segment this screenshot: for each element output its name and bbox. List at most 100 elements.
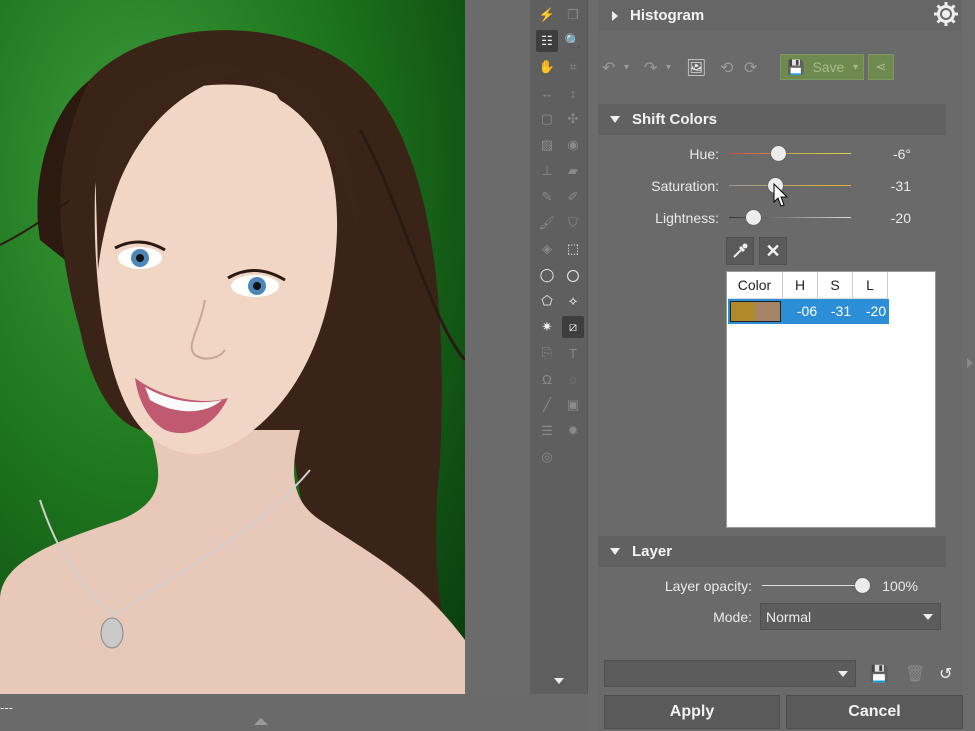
opacity-slider-track[interactable] xyxy=(762,585,862,586)
column-header-color[interactable]: Color xyxy=(727,272,783,299)
adjust-panel-icon[interactable]: ☷ xyxy=(536,30,558,52)
collapse-filmstrip-icon[interactable] xyxy=(254,718,268,725)
undo-icon[interactable]: ↶ xyxy=(602,58,615,78)
blend-mode-select[interactable]: Normal xyxy=(760,603,941,630)
table-row[interactable]: -06 -31 -20 xyxy=(728,299,889,324)
image-canvas[interactable] xyxy=(0,0,530,694)
redo-icon[interactable]: ↷ xyxy=(644,58,657,78)
cell-l: -20 xyxy=(865,303,887,319)
saturation-label: Saturation: xyxy=(651,178,719,194)
collapse-icon xyxy=(610,548,620,555)
layer-title: Layer xyxy=(632,543,673,560)
chevron-down-icon[interactable] xyxy=(554,678,564,684)
stamp-icon[interactable]: ⊥ xyxy=(536,160,558,182)
preset-select[interactable] xyxy=(604,660,856,687)
rect-select-icon[interactable]: ⬚ xyxy=(562,238,584,260)
layer-opacity-label: Layer opacity: xyxy=(664,578,752,594)
mode-label: Mode: xyxy=(713,609,752,625)
saturation-value: -31 xyxy=(890,178,911,194)
zoom-icon[interactable]: 🔍 xyxy=(562,30,584,52)
healing-brush-icon[interactable]: ✎ xyxy=(536,186,558,208)
image-icon[interactable]: 🖼 xyxy=(686,58,706,78)
hue-slider-track[interactable] xyxy=(729,153,851,154)
color-swatch xyxy=(730,301,781,322)
column-header-h[interactable]: H xyxy=(783,272,818,299)
share-button[interactable]: ⋖ xyxy=(868,54,894,80)
eraser-icon[interactable]: ▰ xyxy=(562,160,584,182)
save-button[interactable]: 💾 Save ▾ xyxy=(780,54,864,80)
shift-colors-header[interactable]: Shift Colors xyxy=(598,104,946,135)
photo xyxy=(0,0,465,694)
crop-icon[interactable]: ⌗ xyxy=(562,56,584,78)
chevron-down-icon xyxy=(923,614,933,620)
color-table[interactable]: Color H S L -06 -31 -20 xyxy=(726,271,936,528)
vignette-icon[interactable]: ◎ xyxy=(536,446,558,468)
transform-icon[interactable]: ▢ xyxy=(536,108,558,130)
chevron-down-icon: ▾ xyxy=(852,61,858,73)
watermark-icon[interactable]: ▣ xyxy=(562,394,584,416)
apply-button[interactable]: Apply xyxy=(604,695,780,729)
expand-icon xyxy=(612,10,618,21)
save-label: Save xyxy=(812,59,845,75)
tool-palette: ⚡ ❐ ☷ 🔍 ✋ ⌗ ↔ ↕ ▢ ✣ ▨ ◉ ⊥ ▰ ✎ ✐ 🖌 ⛉ ◈ ⬚ ◯ 〇 ⬠ ⟡ ✷ ⧄ ⎘ T Ω ◌ ╱ ▣ ☰ ✹ ◎ xyxy=(530,0,588,694)
layers-icon[interactable]: ❐ xyxy=(562,4,584,26)
layer-header[interactable]: Layer xyxy=(598,536,946,567)
settings-tool-icon[interactable]: ✹ xyxy=(562,420,584,442)
magic-brush-icon[interactable]: ✐ xyxy=(562,186,584,208)
red-eye-icon[interactable]: ◉ xyxy=(562,134,584,156)
delete-preset-icon[interactable]: 🗑 xyxy=(905,664,925,684)
mouse-cursor-icon xyxy=(773,183,789,207)
ellipse-select-icon[interactable]: ◯ xyxy=(536,264,558,286)
vertical-resize-icon[interactable]: ↕ xyxy=(562,82,584,104)
magnetic-lasso-icon[interactable]: ⟡ xyxy=(562,290,584,312)
opacity-value: 100% xyxy=(882,578,918,594)
histogram-header[interactable]: Histogram xyxy=(598,0,962,31)
column-header-s[interactable]: S xyxy=(818,272,853,299)
eyedropper-button[interactable] xyxy=(726,237,754,265)
paste-icon[interactable]: ⎘ xyxy=(536,342,558,364)
straighten-icon[interactable]: ☰ xyxy=(536,420,558,442)
eraser-tool-icon[interactable]: ◈ xyxy=(536,238,558,260)
text-icon[interactable]: T xyxy=(562,342,584,364)
lightness-value: -20 xyxy=(890,210,911,226)
undo-history-icon[interactable]: ▾ xyxy=(624,62,629,73)
shift-colors-title: Shift Colors xyxy=(632,111,717,128)
eyedropper-icon xyxy=(733,243,748,258)
lightness-label: Lightness: xyxy=(655,210,719,226)
column-header-l[interactable]: L xyxy=(853,272,888,299)
rotate-left-icon[interactable]: ⟲ xyxy=(720,58,733,78)
cell-h: -06 xyxy=(796,303,818,319)
app-window: --- ⚡ ❐ ☷ 🔍 ✋ ⌗ ↔ ↕ ▢ ✣ ▨ ◉ ⊥ ▰ ✎ ✐ 🖌 ⛉ ◈ ⬚ ◯ 〇 ⬠ ⟡ ✷ ⧄ ⎘ T Ω ◌ ╱ ▣ ☰ ✹ ◎ … xyxy=(0,0,975,731)
gear-icon[interactable] xyxy=(934,2,958,26)
rotate-right-icon[interactable]: ⟳ xyxy=(744,58,757,78)
blend-mode-value: Normal xyxy=(766,608,812,625)
shape-icon[interactable]: ◌ xyxy=(562,368,584,390)
reset-icon[interactable]: ↺ xyxy=(939,664,952,684)
floppy-icon: 💾 xyxy=(787,58,805,75)
status-bar xyxy=(0,694,600,731)
brush-icon[interactable]: 🖌 xyxy=(536,212,558,234)
bucket-icon[interactable]: ⛉ xyxy=(562,212,584,234)
symbol-icon[interactable]: Ω xyxy=(536,368,558,390)
lightning-icon[interactable]: ⚡ xyxy=(536,4,558,26)
cell-s: -31 xyxy=(830,303,852,319)
save-preset-icon[interactable]: 💾 xyxy=(869,664,889,684)
cancel-button[interactable]: Cancel xyxy=(786,695,963,729)
magic-wand-icon[interactable]: ✷ xyxy=(536,316,558,338)
lasso-icon[interactable]: 〇 xyxy=(562,264,584,286)
line-icon[interactable]: ╱ xyxy=(536,394,558,416)
clear-colors-button[interactable]: ✕ xyxy=(759,237,787,265)
polygon-lasso-icon[interactable]: ⬠ xyxy=(536,290,558,312)
hand-icon[interactable]: ✋ xyxy=(536,56,558,78)
expand-panel-icon[interactable] xyxy=(967,358,973,368)
selection-brush-icon[interactable]: ⧄ xyxy=(562,316,584,338)
horizontal-resize-icon[interactable]: ↔ xyxy=(536,82,558,104)
redo-history-icon[interactable]: ▾ xyxy=(666,62,671,73)
chevron-down-icon xyxy=(838,671,848,677)
gradient-icon[interactable]: ▨ xyxy=(536,134,558,156)
collapse-icon xyxy=(610,116,620,123)
hue-slider-handle[interactable] xyxy=(770,146,786,161)
distort-icon[interactable]: ✣ xyxy=(562,108,584,130)
status-text: --- xyxy=(0,700,13,715)
hue-label: Hue: xyxy=(689,146,719,162)
